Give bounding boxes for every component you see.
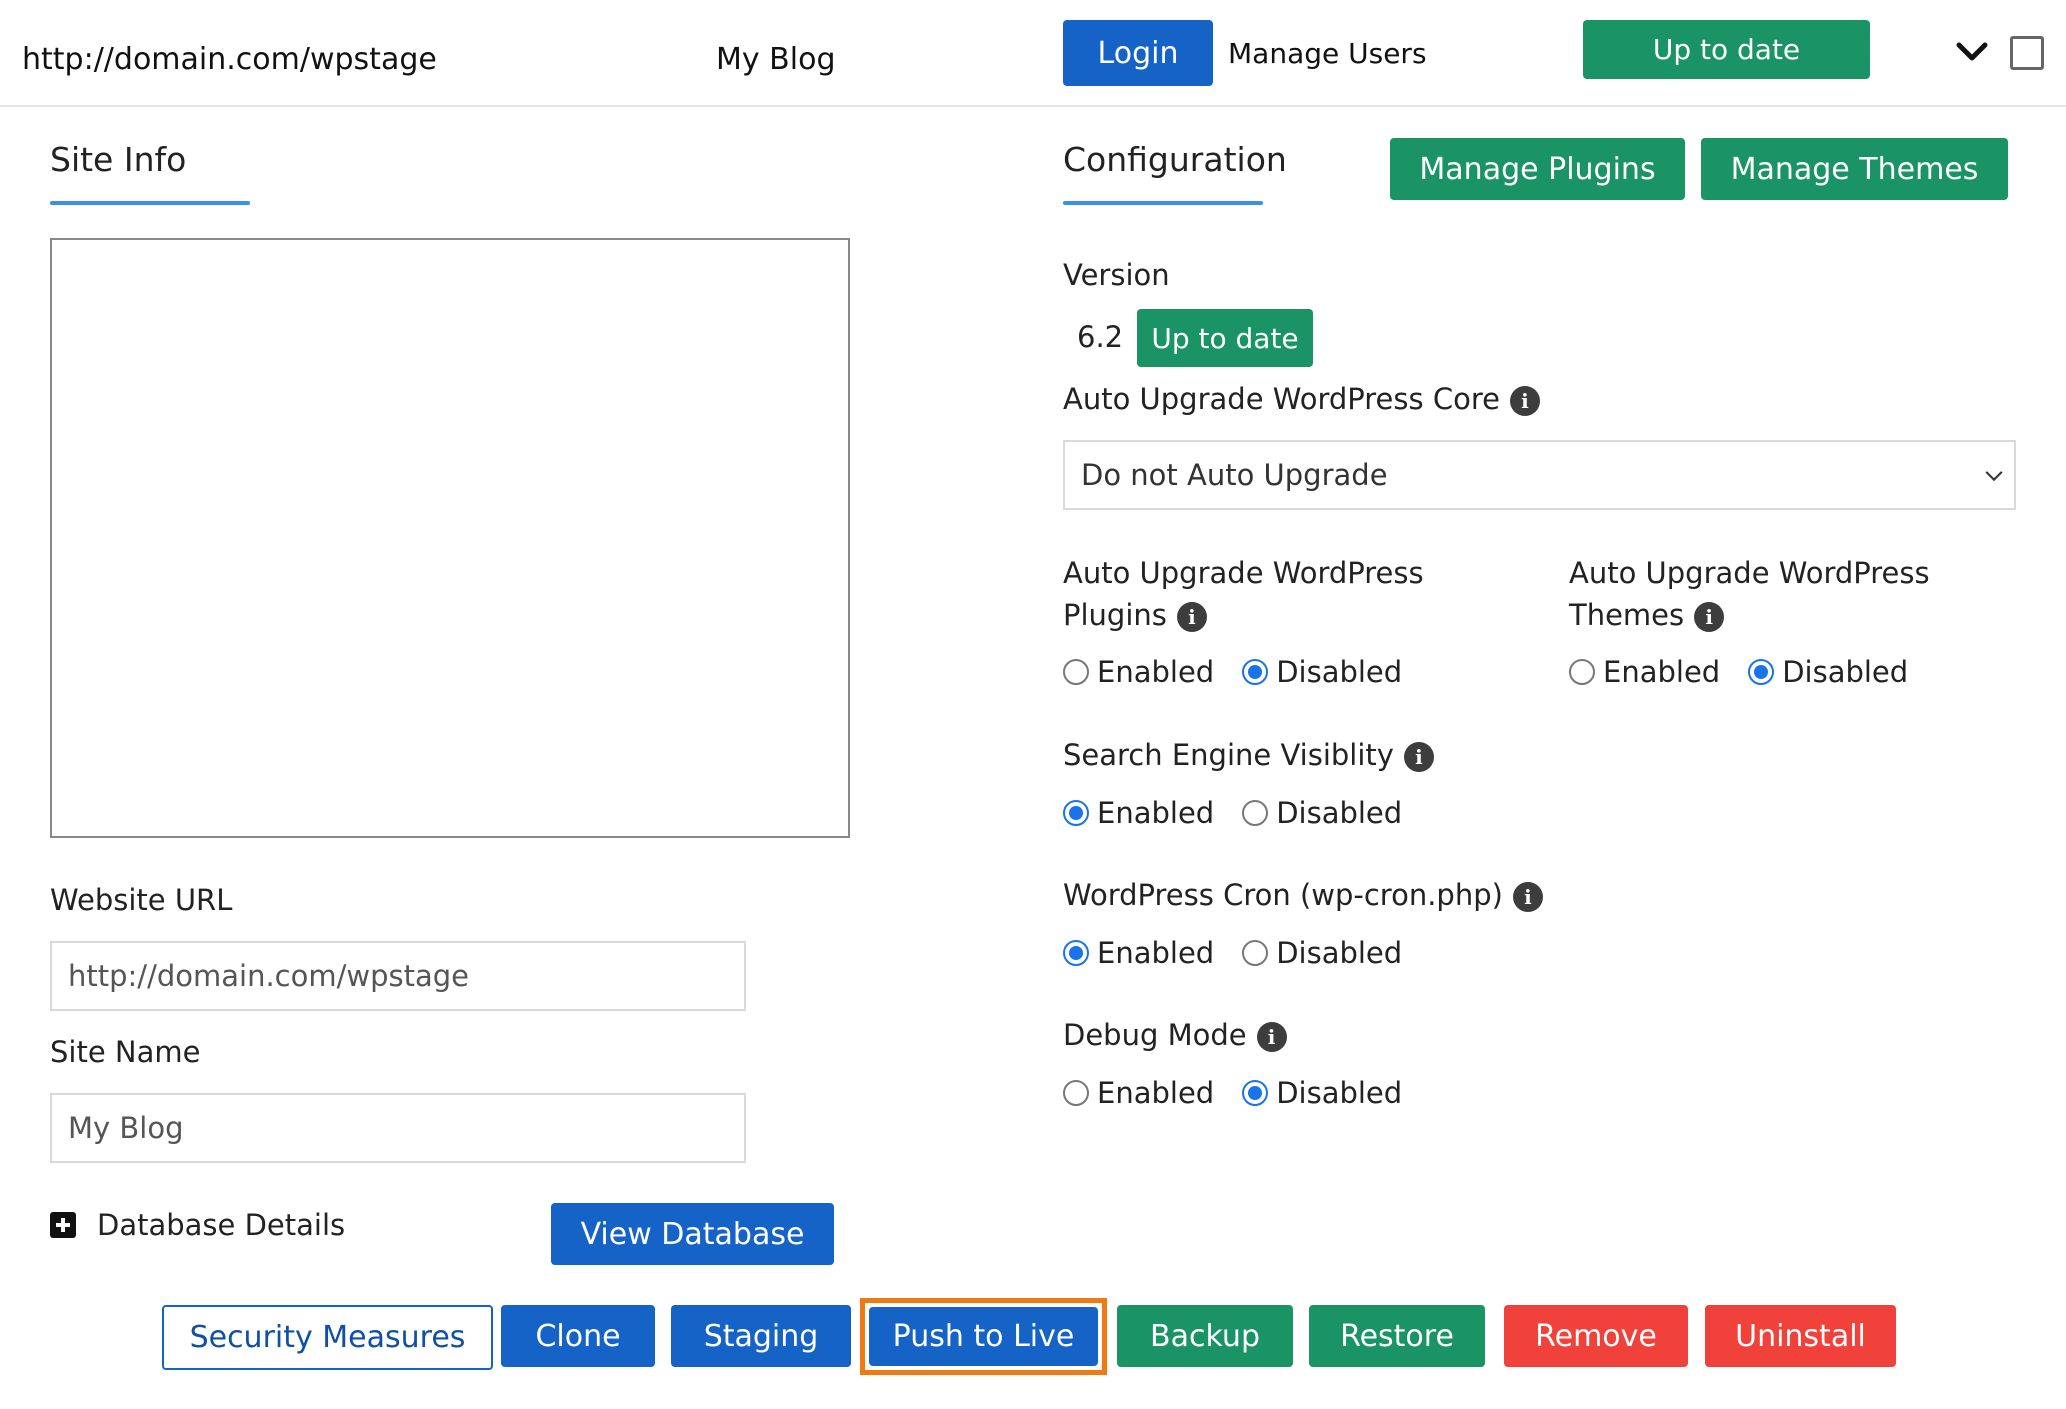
backup-button[interactable]: Backup <box>1117 1305 1293 1367</box>
clone-button[interactable]: Clone <box>501 1305 655 1367</box>
login-button[interactable]: Login <box>1063 20 1213 86</box>
database-details-toggle[interactable]: Database Details <box>97 1204 345 1246</box>
select-checkbox[interactable] <box>2010 36 2044 70</box>
debug-mode-label: Debug Mode i <box>1063 1014 1287 1056</box>
search-engine-visibility-label: Search Engine Visiblity i <box>1063 734 1434 776</box>
info-icon[interactable]: i <box>1512 882 1543 912</box>
cron-disabled-radio[interactable]: Disabled <box>1242 936 1402 970</box>
info-icon[interactable]: i <box>1176 602 1207 632</box>
version-status-button[interactable]: Up to date <box>1137 309 1313 367</box>
website-url-label: Website URL <box>50 883 233 917</box>
auto-upgrade-core-label: Auto Upgrade WordPress Core i <box>1063 378 1540 420</box>
auto-upgrade-plugins-label: Auto Upgrade WordPress <box>1063 556 1424 590</box>
wp-cron-label: WordPress Cron (wp-cron.php) i <box>1063 874 1543 916</box>
auto-upgrade-plugins-label-2: Plugins i <box>1063 594 1207 636</box>
auto-upgrade-plugins-radios: Enabled Disabled <box>1063 655 1430 689</box>
search-engine-radios: Enabled Disabled <box>1063 796 1430 830</box>
update-status-button[interactable]: Up to date <box>1583 20 1870 79</box>
site-info-title: Site Info <box>50 140 187 179</box>
themes-disabled-radio[interactable]: Disabled <box>1748 655 1908 689</box>
configuration-underline <box>1063 201 1263 205</box>
search-enabled-radio[interactable]: Enabled <box>1063 796 1214 830</box>
website-url-field[interactable]: http://domain.com/wpstage <box>50 941 746 1011</box>
debug-mode-radios: Enabled Disabled <box>1063 1076 1430 1110</box>
auto-upgrade-themes-label-2: Themes i <box>1569 594 1725 636</box>
version-value: 6.2 <box>1077 320 1124 354</box>
remove-button[interactable]: Remove <box>1504 1305 1688 1367</box>
site-name-label: Site Name <box>50 1035 201 1069</box>
site-url: http://domain.com/wpstage <box>22 42 437 77</box>
cron-enabled-radio[interactable]: Enabled <box>1063 936 1214 970</box>
chevron-down-icon[interactable] <box>1955 35 1989 69</box>
security-measures-button[interactable]: Security Measures <box>162 1305 493 1370</box>
auto-upgrade-themes-radios: Enabled Disabled <box>1569 655 1936 689</box>
debug-enabled-radio[interactable]: Enabled <box>1063 1076 1214 1110</box>
debug-disabled-radio[interactable]: Disabled <box>1242 1076 1402 1110</box>
uninstall-button[interactable]: Uninstall <box>1705 1305 1896 1367</box>
plugins-enabled-radio[interactable]: Enabled <box>1063 655 1214 689</box>
site-name: My Blog <box>716 42 836 77</box>
auto-upgrade-core-selected: Do not Auto Upgrade <box>1081 458 1388 492</box>
site-header: http://domain.com/wpstage My Blog Login … <box>0 0 2066 107</box>
manage-plugins-button[interactable]: Manage Plugins <box>1390 138 1685 200</box>
info-icon[interactable]: i <box>1256 1022 1287 1052</box>
chevron-down-icon <box>1985 464 2003 482</box>
version-label: Version <box>1063 258 1170 292</box>
wp-cron-radios: Enabled Disabled <box>1063 936 1430 970</box>
restore-button[interactable]: Restore <box>1309 1305 1485 1367</box>
info-icon[interactable]: i <box>1403 742 1434 772</box>
staging-button[interactable]: Staging <box>671 1305 851 1367</box>
auto-upgrade-themes-label: Auto Upgrade WordPress <box>1569 556 1930 590</box>
manage-users-link[interactable]: Manage Users <box>1228 37 1427 70</box>
plugins-disabled-radio[interactable]: Disabled <box>1242 655 1402 689</box>
site-info-underline <box>50 201 250 205</box>
configuration-title: Configuration <box>1063 140 1287 179</box>
expand-plus-icon[interactable] <box>50 1212 76 1238</box>
site-screenshot-frame <box>50 238 850 838</box>
push-to-live-button[interactable]: Push to Live <box>869 1307 1098 1366</box>
info-icon[interactable]: i <box>1694 602 1725 632</box>
site-name-field[interactable]: My Blog <box>50 1093 746 1163</box>
auto-upgrade-core-select[interactable]: Do not Auto Upgrade <box>1063 440 2016 510</box>
info-icon[interactable]: i <box>1509 386 1540 416</box>
search-disabled-radio[interactable]: Disabled <box>1242 796 1402 830</box>
themes-enabled-radio[interactable]: Enabled <box>1569 655 1720 689</box>
manage-themes-button[interactable]: Manage Themes <box>1701 138 2008 200</box>
view-database-button[interactable]: View Database <box>551 1203 834 1265</box>
